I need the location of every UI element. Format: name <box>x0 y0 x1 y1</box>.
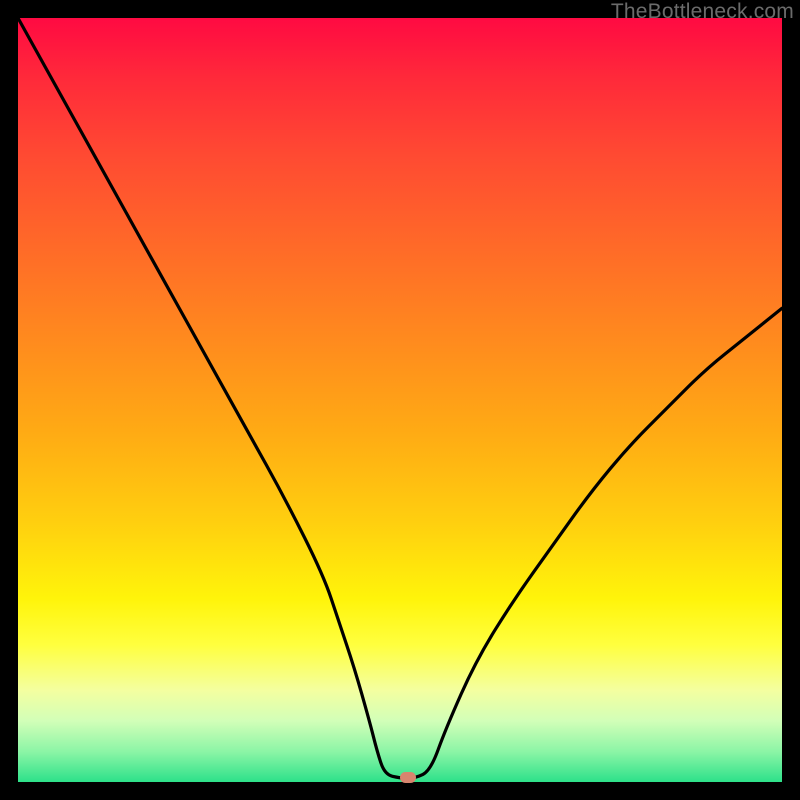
watermark-text: TheBottleneck.com <box>611 0 794 24</box>
chart-frame: TheBottleneck.com <box>0 0 800 800</box>
bottleneck-curve <box>18 18 782 782</box>
optimal-point-marker <box>400 772 416 783</box>
plot-area <box>18 18 782 782</box>
